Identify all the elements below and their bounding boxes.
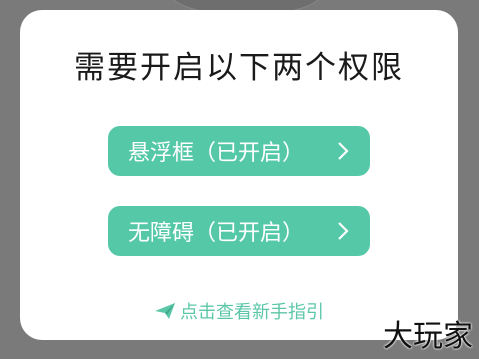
guide-link-text: 点击查看新手指引 [180,302,324,323]
permission-label: 悬浮框（已开启） [128,141,305,166]
chevron-right-icon [338,222,349,240]
permission-dialog: 需要开启以下两个权限 悬浮框（已开启） 无障碍（已开启） 点击查看新手指引 [20,10,458,340]
paper-plane-icon [155,303,175,319]
accessibility-permission-button[interactable]: 无障碍（已开启） [108,206,370,256]
chevron-right-icon [338,142,349,160]
watermark-logo: 大玩家 [383,319,473,354]
floating-window-permission-button[interactable]: 悬浮框（已开启） [108,126,370,176]
dialog-title: 需要开启以下两个权限 [74,50,404,86]
permission-label: 无障碍（已开启） [128,221,305,246]
